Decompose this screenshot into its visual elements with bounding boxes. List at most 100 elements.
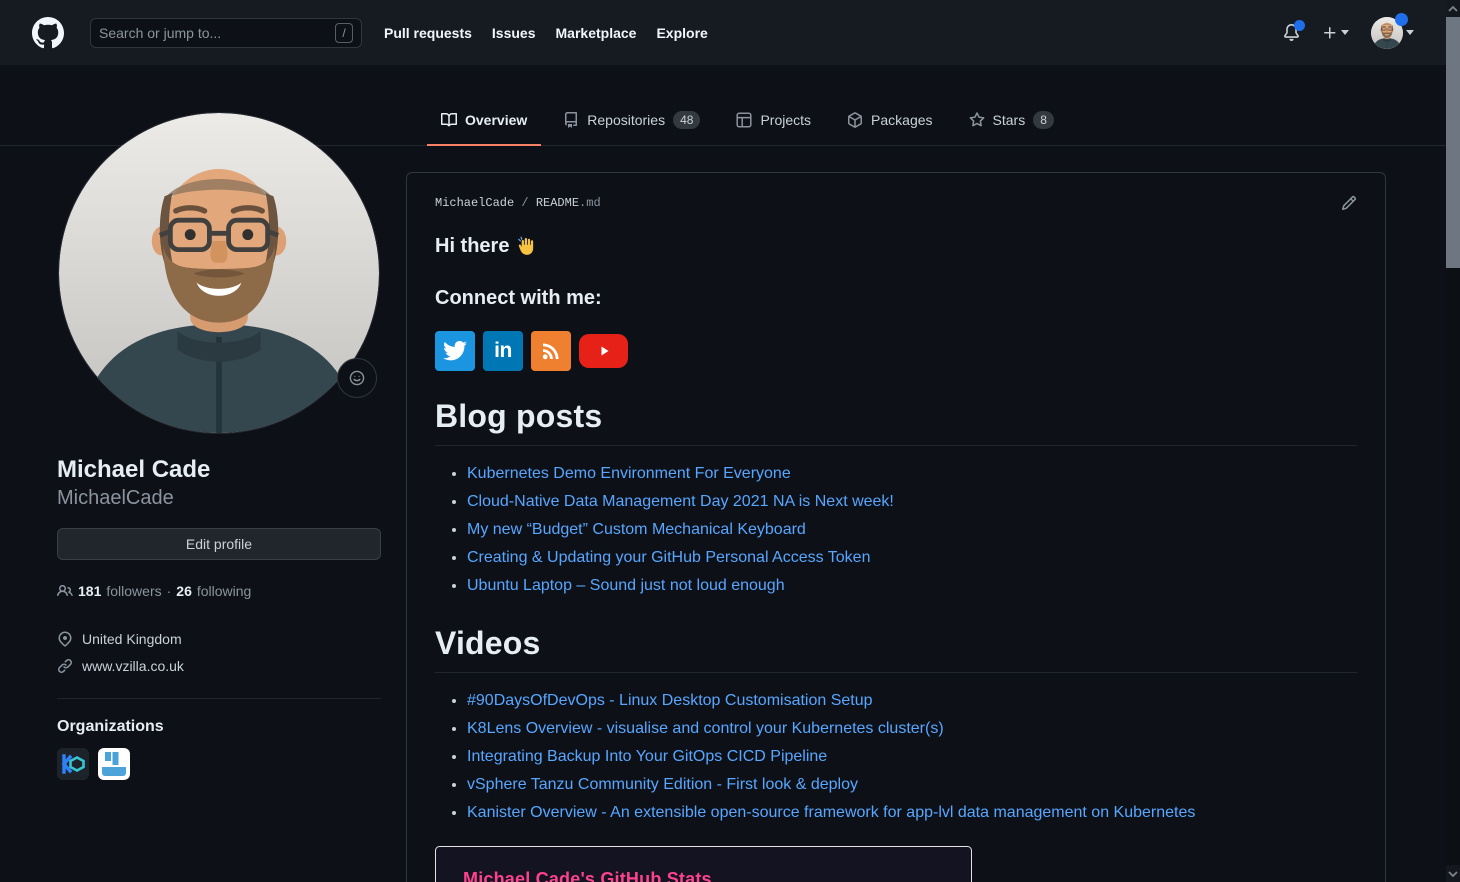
package-box-icon	[847, 112, 863, 128]
blog-post-item: Creating & Updating your GitHub Personal…	[467, 546, 1357, 570]
blog-post-item: Ubuntu Laptop – Sound just not loud enou…	[467, 574, 1357, 598]
repo-count-badge: 48	[673, 111, 700, 129]
edit-profile-button[interactable]: Edit profile	[57, 528, 381, 560]
twitter-bird-icon	[442, 338, 468, 364]
breadcrumb-file-link[interactable]: README	[536, 196, 579, 210]
video-item: #90DaysOfDevOps - Linux Desktop Customis…	[467, 689, 1357, 713]
twitter-link[interactable]	[435, 331, 475, 371]
blog-posts-heading: Blog posts	[435, 398, 1357, 446]
greeting-heading: Hi there	[435, 235, 1357, 258]
video-link[interactable]: Kanister Overview - An extensible open-s…	[467, 804, 1195, 821]
chevron-up-icon	[1448, 6, 1458, 12]
search-input[interactable]: Search or jump to... /	[90, 18, 362, 48]
blog-post-item: Cloud-Native Data Management Day 2021 NA…	[467, 490, 1357, 514]
blog-post-item: Kubernetes Demo Environment For Everyone	[467, 462, 1357, 486]
followers-following-link[interactable]: 181 followers · 26 following	[57, 583, 381, 599]
top-navbar: Search or jump to... / Pull requests Issu…	[0, 0, 1446, 65]
avatar-notification-dot	[1395, 13, 1408, 26]
blog-post-link[interactable]: Creating & Updating your GitHub Personal…	[467, 549, 870, 566]
link-chain-icon	[57, 658, 73, 674]
slash-key-hint: /	[335, 23, 353, 43]
smiley-icon	[349, 370, 365, 386]
plus-icon	[1322, 25, 1338, 41]
breadcrumb-user-link[interactable]: MichaelCade	[435, 196, 514, 210]
github-stats-card[interactable]: Michael Cade's GitHub Stats	[435, 846, 972, 882]
wave-hand-icon	[516, 236, 537, 257]
primary-nav: Pull requests Issues Marketplace Explore	[384, 25, 708, 41]
notification-dot	[1294, 20, 1305, 31]
profile-avatar[interactable]	[59, 113, 379, 433]
robot-bucket-logo	[98, 748, 130, 780]
profile-username: MichaelCade	[57, 487, 381, 510]
user-menu-button[interactable]	[1371, 17, 1414, 49]
tab-packages[interactable]: Packages	[833, 97, 946, 146]
tab-projects[interactable]: Projects	[722, 97, 825, 146]
pencil-icon	[1341, 195, 1357, 211]
tab-overview[interactable]: Overview	[427, 97, 541, 146]
tab-stars[interactable]: Stars 8	[955, 97, 1068, 146]
blog-post-link[interactable]: Kubernetes Demo Environment For Everyone	[467, 465, 791, 482]
linkedin-in-icon: in	[494, 339, 512, 363]
social-links-row: in	[435, 331, 1357, 371]
youtube-play-icon	[596, 343, 612, 359]
rss-link[interactable]	[531, 331, 571, 371]
scrollbar-down-button[interactable]	[1446, 865, 1460, 882]
header-right	[1283, 17, 1414, 49]
org-avatar-kasten[interactable]	[57, 748, 89, 780]
edit-readme-button[interactable]	[1341, 195, 1357, 211]
caret-down-icon	[1341, 30, 1349, 35]
github-stats-title: Michael Cade's GitHub Stats	[463, 869, 944, 882]
notifications-button[interactable]	[1283, 24, 1300, 41]
video-item: K8Lens Overview - visualise and control …	[467, 717, 1357, 741]
profile-name: Michael Cade	[57, 455, 381, 485]
blog-post-link[interactable]: My new “Budget” Custom Mechanical Keyboa…	[467, 521, 806, 538]
github-logo[interactable]	[32, 17, 64, 49]
star-icon	[969, 112, 985, 128]
readme-breadcrumb: MichaelCade / README.md	[435, 196, 601, 210]
blog-post-link[interactable]: Ubuntu Laptop – Sound just not loud enou…	[467, 577, 785, 594]
org-avatar-vzilla[interactable]	[98, 748, 130, 780]
organizations-heading: Organizations	[57, 718, 381, 736]
vertical-scrollbar	[1446, 0, 1460, 882]
search-placeholder: Search or jump to...	[99, 25, 335, 41]
nav-link[interactable]: Marketplace	[556, 25, 637, 41]
location-pin-icon	[57, 631, 73, 647]
sidebar-divider	[57, 698, 381, 699]
book-icon	[441, 112, 457, 128]
caret-down-icon	[1406, 30, 1414, 35]
scrollbar-up-button[interactable]	[1446, 0, 1460, 17]
youtube-link[interactable]	[579, 334, 628, 368]
create-new-button[interactable]	[1322, 25, 1349, 41]
readme-card: MichaelCade / README.md Hi there Connect…	[406, 172, 1386, 882]
nav-link[interactable]: Issues	[492, 25, 536, 41]
video-item: Integrating Backup Into Your GitOps CICD…	[467, 745, 1357, 769]
videos-list: #90DaysOfDevOps - Linux Desktop Customis…	[435, 689, 1357, 825]
scrollbar-thumb[interactable]	[1446, 17, 1460, 268]
set-status-button[interactable]	[337, 358, 377, 398]
blog-post-item: My new “Budget” Custom Mechanical Keyboa…	[467, 518, 1357, 542]
repo-icon	[563, 112, 579, 128]
blog-posts-list: Kubernetes Demo Environment For Everyone…	[435, 462, 1357, 598]
project-table-icon	[736, 112, 752, 128]
website-link[interactable]: www.vzilla.co.uk	[82, 658, 184, 674]
stars-count-badge: 8	[1033, 111, 1054, 129]
people-icon	[57, 583, 73, 599]
video-link[interactable]: vSphere Tanzu Community Edition - First …	[467, 776, 858, 793]
video-item: Kanister Overview - An extensible open-s…	[467, 801, 1357, 825]
profile-sidebar: Michael Cade MichaelCade Edit profile 18…	[57, 113, 381, 780]
connect-heading: Connect with me:	[435, 287, 1357, 310]
profile-location: United Kingdom	[57, 625, 381, 652]
linkedin-link[interactable]: in	[483, 331, 523, 371]
chevron-down-icon	[1448, 871, 1458, 877]
videos-heading: Videos	[435, 625, 1357, 673]
kasten-hexagon-logo	[57, 748, 89, 780]
tab-repositories[interactable]: Repositories 48	[549, 97, 714, 146]
rss-feed-icon	[539, 339, 563, 363]
blog-post-link[interactable]: Cloud-Native Data Management Day 2021 NA…	[467, 493, 894, 510]
video-link[interactable]: #90DaysOfDevOps - Linux Desktop Customis…	[467, 692, 873, 709]
video-link[interactable]: Integrating Backup Into Your GitOps CICD…	[467, 748, 827, 765]
nav-link[interactable]: Pull requests	[384, 25, 472, 41]
nav-link[interactable]: Explore	[656, 25, 707, 41]
video-link[interactable]: K8Lens Overview - visualise and control …	[467, 720, 944, 737]
video-item: vSphere Tanzu Community Edition - First …	[467, 773, 1357, 797]
